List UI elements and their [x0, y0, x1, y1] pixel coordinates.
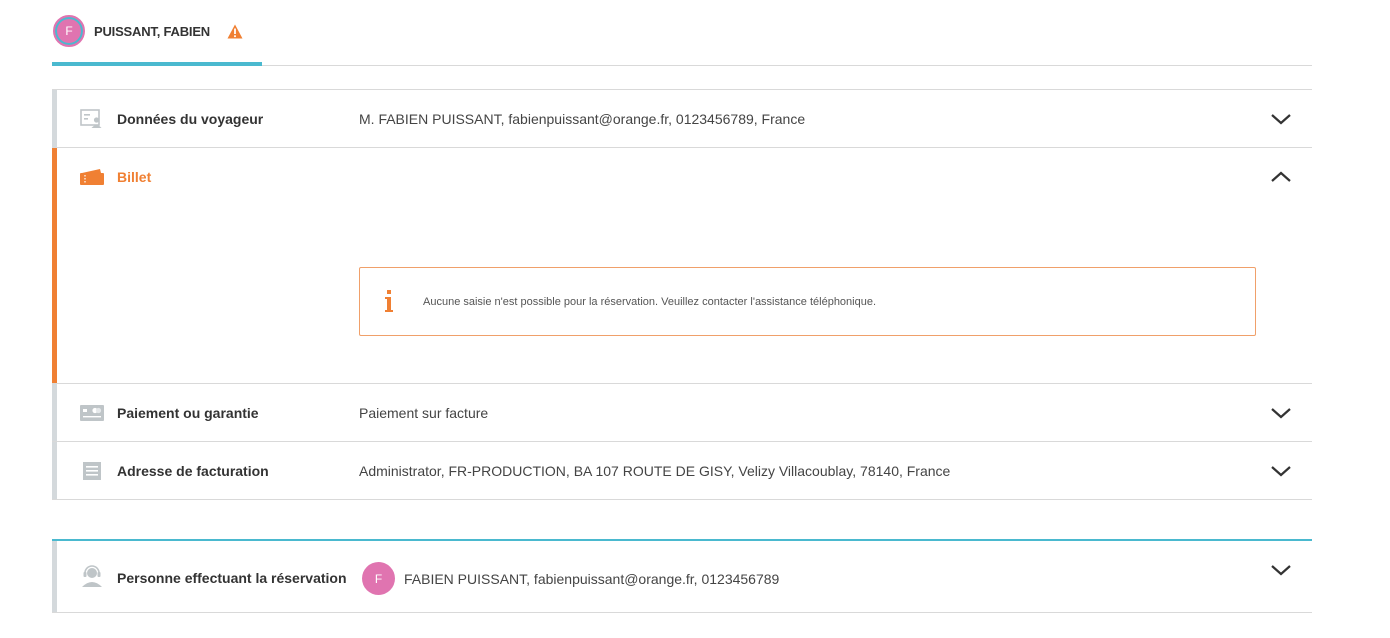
section-payment: Paiement ou garantie Paiement sur factur… — [52, 384, 1312, 442]
avatar-initial: F — [374, 571, 383, 586]
ticket-icon — [79, 167, 105, 187]
section-header-billing-address[interactable]: Adresse de facturation Administrator, FR… — [52, 442, 1312, 499]
section-title: Personne effectuant la réservation — [117, 570, 347, 586]
document-icon — [79, 461, 105, 481]
section-booker: Personne effectuant la réservation F FAB… — [52, 539, 1312, 613]
section-value: Administrator, FR-PRODUCTION, BA 107 ROU… — [359, 462, 951, 479]
info-message-box: Aucune saisie n'est possible pour la rés… — [359, 267, 1256, 336]
avatar-initial: F — [65, 24, 73, 38]
section-header-booker[interactable]: Personne effectuant la réservation F FAB… — [52, 541, 1312, 613]
chevron-down-icon[interactable] — [1270, 112, 1292, 126]
section-header-ticket[interactable]: Billet — [52, 148, 1312, 206]
traveler-tab[interactable]: F PUISSANT, FABIEN — [52, 0, 262, 66]
section-traveler-data: Données du voyageur M. FABIEN PUISSANT, … — [52, 89, 1312, 148]
section-billing-address: Adresse de facturation Administrator, FR… — [52, 442, 1312, 500]
chevron-down-icon[interactable] — [1270, 464, 1292, 478]
section-title: Données du voyageur — [117, 111, 264, 127]
section-title: Billet — [117, 169, 152, 185]
section-title: Adresse de facturation — [117, 462, 269, 479]
support-agent-icon — [79, 565, 105, 587]
avatar: F — [53, 15, 85, 47]
chevron-down-icon[interactable] — [1270, 563, 1292, 577]
section-header-payment[interactable]: Paiement ou garantie Paiement sur factur… — [52, 384, 1312, 441]
avatar: F — [362, 562, 395, 595]
section-title: Paiement ou garantie — [117, 404, 259, 421]
info-icon — [383, 290, 395, 314]
warning-icon — [227, 24, 243, 39]
chevron-up-icon[interactable] — [1270, 170, 1292, 184]
section-value: FABIEN PUISSANT, fabienpuissant@orange.f… — [404, 571, 780, 587]
credit-card-icon — [79, 403, 105, 423]
chevron-down-icon[interactable] — [1270, 406, 1292, 420]
section-header-traveler-data[interactable]: Données du voyageur M. FABIEN PUISSANT, … — [52, 90, 1312, 148]
section-value: M. FABIEN PUISSANT, fabienpuissant@orang… — [359, 111, 806, 127]
traveler-tab-bar: F PUISSANT, FABIEN — [52, 0, 1312, 66]
section-value: Paiement sur facture — [359, 404, 489, 421]
traveler-card-icon — [79, 109, 105, 129]
traveler-name: PUISSANT, FABIEN — [94, 23, 210, 39]
section-ticket: Billet Aucune saisie n'est possible pour… — [52, 148, 1312, 384]
info-message: Aucune saisie n'est possible pour la rés… — [423, 295, 877, 308]
